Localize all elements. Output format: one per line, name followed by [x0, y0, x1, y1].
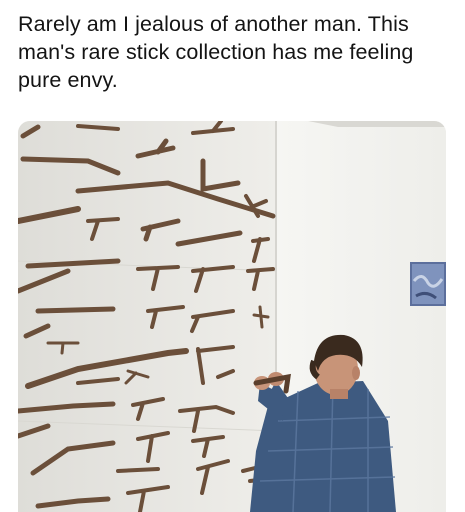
post-photo[interactable]	[18, 121, 446, 512]
post-caption: Rarely am I jealous of another man. This…	[18, 12, 414, 92]
stick-collection-photo	[18, 121, 446, 512]
social-post: Rarely am I jealous of another man. This…	[0, 0, 465, 512]
small-painting	[410, 262, 446, 306]
